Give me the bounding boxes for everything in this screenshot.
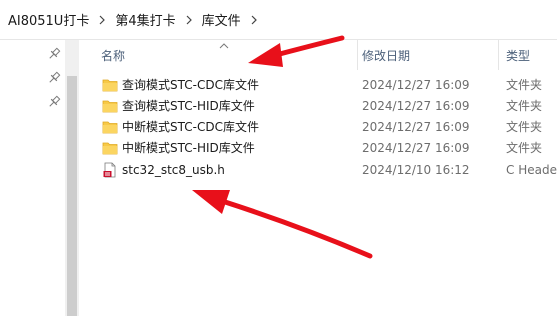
- file-date: 2024/12/27 16:09: [362, 77, 470, 92]
- breadcrumb-item-library[interactable]: 库文件: [199, 10, 244, 29]
- file-name: 中断模式STC-HID库文件: [122, 141, 255, 155]
- folder-icon: [102, 119, 118, 135]
- file-type: 文件夹: [506, 78, 543, 92]
- file-date: 2024/12/27 16:09: [362, 119, 470, 134]
- c-header-file-icon: [102, 162, 118, 178]
- nav-scrollbar-thumb[interactable]: [67, 76, 77, 316]
- column-header-name[interactable]: 名称: [101, 40, 356, 70]
- breadcrumb: AI8051U打卡 第4集打卡 库文件: [0, 0, 557, 40]
- pin-icon[interactable]: [47, 47, 61, 61]
- column-header-date[interactable]: 修改日期: [362, 40, 497, 70]
- chevron-right-icon[interactable]: [179, 15, 199, 25]
- column-header-type[interactable]: 类型: [506, 40, 557, 70]
- list-item[interactable]: 查询模式STC-HID库文件 2024/12/27 16:09 文件夹: [96, 95, 557, 116]
- file-name: stc32_stc8_usb.h: [122, 162, 225, 177]
- column-header-name-label: 名称: [101, 48, 126, 63]
- column-divider[interactable]: [357, 40, 358, 70]
- file-date: 2024/12/10 16:12: [362, 162, 470, 177]
- nav-scrollbar[interactable]: [65, 40, 79, 316]
- file-name: 中断模式STC-CDC库文件: [122, 120, 259, 134]
- file-explorer-window: AI8051U打卡 第4集打卡 库文件 名称 修改日期 类型 查询模式STC-C…: [0, 0, 557, 316]
- folder-icon: [102, 77, 118, 93]
- list-item[interactable]: 中断模式STC-HID库文件 2024/12/27 16:09 文件夹: [96, 137, 557, 158]
- file-date: 2024/12/27 16:09: [362, 98, 470, 113]
- breadcrumb-item-episode4[interactable]: 第4集打卡: [112, 10, 178, 29]
- column-header-date-label: 修改日期: [362, 48, 411, 63]
- pin-icon[interactable]: [47, 95, 61, 109]
- list-item[interactable]: stc32_stc8_usb.h 2024/12/10 16:12 C Head…: [96, 159, 557, 180]
- chevron-right-icon[interactable]: [92, 15, 112, 25]
- column-divider[interactable]: [498, 40, 499, 70]
- file-name: 查询模式STC-CDC库文件: [122, 78, 259, 92]
- breadcrumb-item-ai8051u[interactable]: AI8051U打卡: [5, 10, 92, 29]
- pin-icon[interactable]: [47, 71, 61, 85]
- file-name: 查询模式STC-HID库文件: [122, 99, 255, 113]
- folder-icon: [102, 98, 118, 114]
- folder-icon: [102, 140, 118, 156]
- column-header-type-label: 类型: [506, 48, 531, 63]
- file-type: 文件夹: [506, 141, 543, 155]
- file-type: C Heade: [506, 162, 557, 177]
- file-type: 文件夹: [506, 120, 543, 134]
- file-type: 文件夹: [506, 99, 543, 113]
- chevron-right-icon[interactable]: [244, 15, 264, 25]
- list-item[interactable]: 中断模式STC-CDC库文件 2024/12/27 16:09 文件夹: [96, 116, 557, 137]
- annotation-arrow-bottom: [192, 190, 373, 259]
- list-item[interactable]: 查询模式STC-CDC库文件 2024/12/27 16:09 文件夹: [96, 74, 557, 95]
- file-date: 2024/12/27 16:09: [362, 140, 470, 155]
